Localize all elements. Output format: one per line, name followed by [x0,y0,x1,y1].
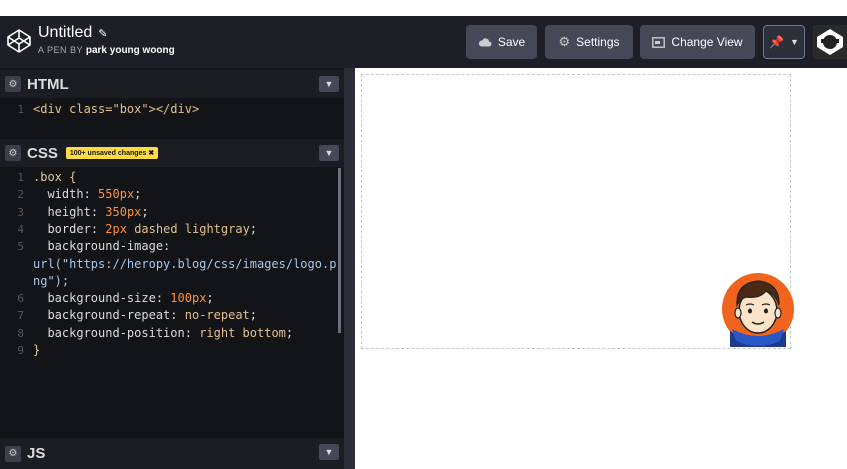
resize-divider[interactable] [344,68,355,469]
settings-button[interactable]: ⚙ Settings [545,25,633,59]
pen-title-text: Untitled [38,24,93,41]
html-settings-gear-icon[interactable]: ⚙ [5,76,21,92]
js-collapse-chevron-icon[interactable]: ▼ [319,444,339,460]
pencil-icon[interactable]: ✎ [98,27,107,40]
gear-icon: ⚙ [558,34,571,49]
editors-column: ⚙ HTML ▼ 1 <div class="box"></div> ⚙ CSS… [0,68,344,469]
heropy-logo-image [722,273,794,347]
css-panel-title: CSS [27,144,58,162]
preview-iframe [355,68,847,469]
line-number: 4 [17,222,24,236]
css-code-line: background-repeat: no-repeat; [47,308,258,323]
css-code-area[interactable]: 1 .box {2 width: 550px; 3 height: 350px; 4 … [0,169,340,369]
line-number: 1 [17,103,24,116]
chevron-down-icon: ▼ [790,37,799,47]
layout-icon [652,36,666,48]
css-panel-header: ⚙ CSS 100+ unsaved changes ✖ ▼ [0,139,344,167]
pen-title-block: Untitled ✎ A PEN BY park young woong [38,24,175,56]
line-number: 5 [17,240,24,254]
js-panel-header: ⚙ JS ▼ [0,438,344,469]
change-view-label: Change View [671,35,743,49]
css-code-line: } [33,343,41,357]
html-panel-header: ⚙ HTML ▼ [0,70,344,98]
pen-header: Untitled ✎ A PEN BY park young woong Sav… [0,16,847,68]
line-number: 7 [17,309,24,323]
css-collapse-chevron-icon[interactable]: ▼ [319,145,339,161]
pen-title[interactable]: Untitled ✎ [38,24,175,42]
js-panel-title: JS [27,445,46,462]
line-number: 6 [17,292,24,306]
save-button[interactable]: Save [466,25,537,59]
html-code-line: <div class="box"></div> [33,102,200,116]
change-view-button[interactable]: Change View [640,25,755,59]
user-avatar[interactable] [813,25,847,59]
css-code-line: height: 350px; [47,204,149,219]
css-code-line: width: 550px; [47,187,142,202]
settings-label: Settings [576,35,620,49]
pin-menu-button[interactable]: 📌 ▼ [763,25,805,59]
css-settings-gear-icon[interactable]: ⚙ [5,145,21,161]
html-panel-title: HTML [27,75,69,93]
css-code-line: border: 2px dashed lightgray; [47,221,258,236]
html-collapse-chevron-icon[interactable]: ▼ [319,76,339,92]
avatar-image [813,25,847,59]
codepen-logo-icon[interactable] [6,28,32,54]
save-label: Save [497,35,526,49]
css-code-line: background-position: right bottom; [47,325,294,340]
css-code-line: ng"); [33,273,70,288]
css-code-line: background-size: 100px; [47,291,214,306]
badge-text: 100+ unsaved changes [69,150,147,157]
js-settings-gear-icon[interactable]: ⚙ [5,445,21,462]
css-code-line: .box { [33,170,77,184]
line-number: 3 [17,205,24,219]
css-code-line: background-image: [47,239,171,254]
pin-icon: 📌 [769,35,785,49]
cloud-icon [478,38,492,47]
pen-byline: A PEN BY park young woong [38,45,175,56]
line-number: 9 [17,344,24,357]
css-scrollbar[interactable] [338,168,341,333]
preview-box [361,74,794,349]
html-code-area[interactable]: 1 <div class="box"></div> [0,101,344,137]
line-number: 1 [17,171,24,184]
line-number: 8 [17,326,24,340]
line-number: 2 [17,188,24,202]
author-link[interactable]: park young woong [86,45,175,56]
byline-prefix: A PEN BY [38,45,83,55]
browser-top-strip [0,0,847,16]
unsaved-changes-badge[interactable]: 100+ unsaved changes ✖ [65,147,159,159]
css-code-line: url("https://heropy.blog/css/images/logo… [33,256,337,271]
